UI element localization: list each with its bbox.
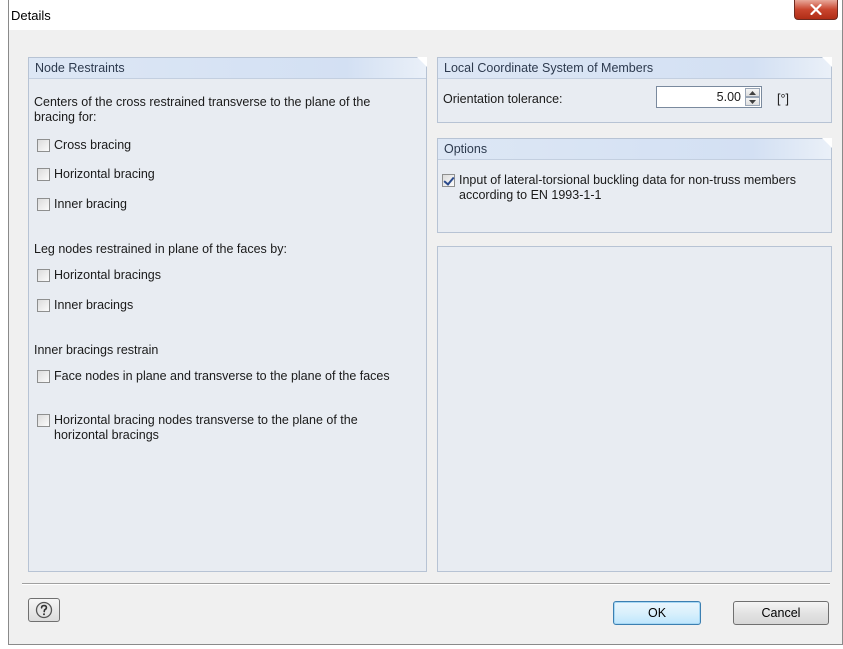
orientation-tolerance-label: Orientation tolerance: <box>443 92 563 106</box>
horizontal-bracing-label: Horizontal bracing <box>54 167 155 181</box>
close-button[interactable] <box>794 0 838 20</box>
inner-bracings-restrain-description: Inner bracings restrain <box>34 343 159 357</box>
node-restraints-header: Node Restraints <box>29 57 427 79</box>
inner-bracing-option[interactable]: Inner bracing <box>37 197 127 212</box>
inner-bracings-checkbox[interactable] <box>37 299 50 312</box>
horizontal-bracing-nodes-option[interactable]: Horizontal bracing nodes transverse to t… <box>37 413 402 443</box>
centers-description: Centers of the cross restrained transver… <box>34 95 371 124</box>
local-coordinate-system-title: Local Coordinate System of Members <box>444 61 654 75</box>
window-title: Details <box>11 8 51 23</box>
title-bar[interactable]: Details <box>9 0 842 30</box>
horizontal-bracing-nodes-checkbox[interactable] <box>37 414 50 427</box>
orientation-tolerance-spinner[interactable]: 5.00 <box>656 86 762 108</box>
spinner-buttons <box>745 88 760 106</box>
chevron-down-icon <box>749 99 756 104</box>
horizontal-bracing-option[interactable]: Horizontal bracing <box>37 167 155 182</box>
leg-nodes-description: Leg nodes restrained in plane of the fac… <box>34 242 287 256</box>
footer-divider <box>22 583 830 585</box>
orientation-unit: [°] <box>777 92 789 106</box>
horizontal-bracings-label: Horizontal bracings <box>54 268 161 282</box>
horizontal-bracings-checkbox[interactable] <box>37 269 50 282</box>
inner-bracing-checkbox[interactable] <box>37 198 50 211</box>
lateral-torsional-checkbox[interactable] <box>442 174 455 187</box>
horizontal-bracings-option[interactable]: Horizontal bracings <box>37 268 161 283</box>
node-restraints-title: Node Restraints <box>35 61 125 75</box>
local-coordinate-system-panel: Local Coordinate System of Members Orien… <box>437 57 832 123</box>
inner-bracings-option[interactable]: Inner bracings <box>37 298 133 313</box>
spin-down-button[interactable] <box>745 97 760 106</box>
horizontal-bracing-nodes-label: Horizontal bracing nodes transverse to t… <box>54 413 358 442</box>
face-nodes-checkbox[interactable] <box>37 370 50 383</box>
local-coordinate-system-header: Local Coordinate System of Members <box>438 57 832 79</box>
options-title: Options <box>444 142 488 156</box>
close-icon <box>810 4 822 15</box>
cancel-button[interactable]: Cancel <box>733 601 829 625</box>
face-nodes-option[interactable]: Face nodes in plane and transverse to th… <box>37 369 402 384</box>
lateral-torsional-option[interactable]: Input of lateral-torsional buckling data… <box>442 173 817 203</box>
spin-up-button[interactable] <box>745 88 760 97</box>
empty-info-panel <box>437 246 832 572</box>
options-panel: Options Input of lateral-torsional buckl… <box>437 138 832 233</box>
help-button[interactable] <box>28 598 60 622</box>
chevron-up-icon <box>749 90 756 95</box>
lateral-torsional-label: Input of lateral-torsional buckling data… <box>459 173 796 202</box>
cross-bracing-checkbox[interactable] <box>37 139 50 152</box>
help-icon <box>35 601 53 619</box>
ok-button[interactable]: OK <box>613 601 701 625</box>
horizontal-bracing-checkbox[interactable] <box>37 168 50 181</box>
cross-bracing-option[interactable]: Cross bracing <box>37 138 131 153</box>
face-nodes-label: Face nodes in plane and transverse to th… <box>54 369 390 383</box>
inner-bracings-label: Inner bracings <box>54 298 134 312</box>
node-restraints-panel: Node Restraints Centers of the cross res… <box>28 57 427 572</box>
inner-bracing-label: Inner bracing <box>54 197 127 211</box>
options-header: Options <box>438 138 832 160</box>
cross-bracing-label: Cross bracing <box>54 138 132 152</box>
orientation-tolerance-input[interactable]: 5.00 <box>717 90 741 104</box>
